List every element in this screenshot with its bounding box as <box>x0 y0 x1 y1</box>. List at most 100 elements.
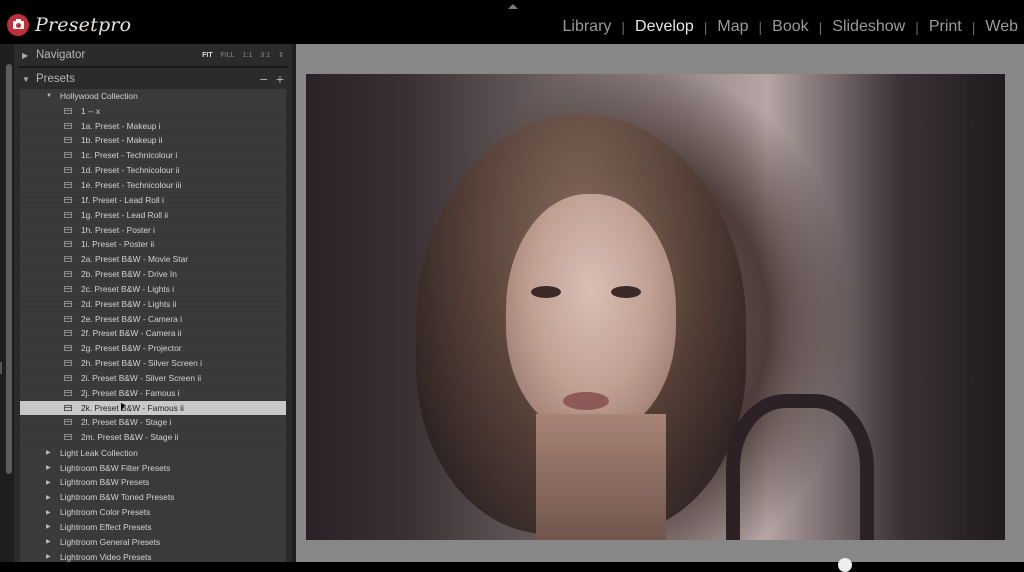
collection-item[interactable]: ▶Lightroom Effect Presets <box>20 519 286 534</box>
preset-icon <box>64 212 72 218</box>
preset-label: 2m. Preset B&W - Stage ii <box>81 432 178 442</box>
module-web[interactable]: Web <box>979 18 1024 36</box>
collapsed-triangle-icon: ▶ <box>46 449 60 456</box>
preset-item[interactable]: 2c. Preset B&W - Lights i <box>20 282 286 297</box>
preset-item[interactable]: 1g. Preset - Lead Roll ii <box>20 208 286 223</box>
preset-item[interactable]: 2a. Preset B&W - Movie Star <box>20 252 286 267</box>
top-bar: Presetpro Library|Develop|Map|Book|Slide… <box>0 0 1024 44</box>
collection-item[interactable]: ▶Lightroom B&W Presets <box>20 475 286 490</box>
preset-item[interactable]: 2e. Preset B&W - Camera i <box>20 312 286 327</box>
preset-icon <box>64 434 72 440</box>
collection-hollywood[interactable]: ▼ Hollywood Collection <box>20 89 286 104</box>
photo-eye-left <box>531 286 561 298</box>
preset-label: 1 -- x <box>81 106 100 116</box>
preset-label: 1g. Preset - Lead Roll ii <box>81 210 168 220</box>
preset-item[interactable]: 1b. Preset - Makeup ii <box>20 134 286 149</box>
preset-label: 2g. Preset B&W - Projector <box>81 343 182 353</box>
collection-item[interactable]: ▶Lightroom Video Presets <box>20 549 286 562</box>
preset-label: 1e. Preset - Technicolour iii <box>81 180 181 190</box>
add-preset-icon[interactable]: + <box>276 71 284 87</box>
photo-preview[interactable] <box>306 74 1005 540</box>
zoom-fit[interactable]: FIT <box>202 52 213 59</box>
preset-item[interactable]: 1a. Preset - Makeup i <box>20 119 286 134</box>
preset-icon <box>64 197 72 203</box>
preset-icon <box>64 360 72 366</box>
module-develop[interactable]: Develop <box>629 18 700 36</box>
preset-label: 1i. Preset - Poster ii <box>81 239 154 249</box>
module-library[interactable]: Library <box>557 18 618 36</box>
preset-label: 2c. Preset B&W - Lights i <box>81 284 174 294</box>
preset-item[interactable]: 1h. Preset - Poster i <box>20 223 286 238</box>
expanded-triangle-icon: ▼ <box>46 93 60 99</box>
collapse-top-panel-icon[interactable] <box>508 4 518 9</box>
collection-label: Lightroom Color Presets <box>60 507 150 517</box>
preset-item[interactable]: 2m. Preset B&W - Stage ii <box>20 430 286 445</box>
left-panel-scrollbar[interactable] <box>6 64 12 474</box>
collection-item[interactable]: ▶Lightroom General Presets <box>20 534 286 549</box>
preset-icon <box>64 241 72 247</box>
preset-icon <box>64 375 72 381</box>
collection-label: Lightroom B&W Presets <box>60 477 149 487</box>
collection-item[interactable]: ▶Lightroom Color Presets <box>20 505 286 520</box>
collection-item[interactable]: ▶Lightroom B&W Filter Presets <box>20 460 286 475</box>
preset-icon <box>64 330 72 336</box>
preset-item[interactable]: 1c. Preset - Technicolour i <box>20 148 286 163</box>
collapsed-triangle-icon: ▶ <box>46 494 60 501</box>
brand-name: Presetpro <box>35 14 131 36</box>
preset-label: 1a. Preset - Makeup i <box>81 121 161 131</box>
collapsed-triangle-icon: ▶ <box>22 51 32 60</box>
preset-label: 2a. Preset B&W - Movie Star <box>81 254 188 264</box>
collapsed-triangle-icon: ▶ <box>46 464 60 471</box>
zoom-fill[interactable]: FILL <box>221 52 235 59</box>
presets-actions: − + <box>260 71 284 87</box>
preset-item[interactable]: 2d. Preset B&W - Lights ii <box>20 297 286 312</box>
navigator-title: Navigator <box>36 49 85 61</box>
preset-item[interactable]: 1f. Preset - Lead Roll i <box>20 193 286 208</box>
photo-eye-right <box>611 286 641 298</box>
collection-item[interactable]: ▶Lightroom B&W Toned Presets <box>20 490 286 505</box>
preset-icon <box>64 137 72 143</box>
module-slideshow[interactable]: Slideshow <box>826 18 911 36</box>
preset-item[interactable]: 1e. Preset - Technicolour iii <box>20 178 286 193</box>
filmstrip-slider-knob[interactable] <box>838 558 852 572</box>
preset-item-selected[interactable]: 2k. Preset B&W - Famous ii <box>20 401 286 416</box>
preset-item[interactable]: 1 -- x <box>20 104 286 119</box>
preset-label: 1h. Preset - Poster i <box>81 225 155 235</box>
preset-icon <box>64 108 72 114</box>
preset-item[interactable]: 1d. Preset - Technicolour ii <box>20 163 286 178</box>
navigator-header[interactable]: ▶ Navigator FIT FILL 1:1 3:1 ⇕ <box>14 44 292 66</box>
preset-item[interactable]: 2g. Preset B&W - Projector <box>20 341 286 356</box>
preset-item[interactable]: 2f. Preset B&W - Camera ii <box>20 327 286 342</box>
preset-label: 2d. Preset B&W - Lights ii <box>81 299 176 309</box>
expanded-triangle-icon: ▼ <box>22 75 32 84</box>
left-panel-edge-handle[interactable] <box>0 362 2 374</box>
photo-lips <box>563 392 609 410</box>
preset-item[interactable]: 2b. Preset B&W - Drive In <box>20 267 286 282</box>
module-separator: | <box>755 19 767 35</box>
collection-item[interactable]: ▶Light Leak Collection <box>20 445 286 460</box>
module-map[interactable]: Map <box>711 18 754 36</box>
collection-label: Lightroom Effect Presets <box>60 522 152 532</box>
preset-item[interactable]: 2h. Preset B&W - Silver Screen i <box>20 356 286 371</box>
zoom-3-1[interactable]: 3:1 <box>260 52 270 59</box>
preset-label: 2b. Preset B&W - Drive In <box>81 269 177 279</box>
preset-item[interactable]: 2l. Preset B&W - Stage i <box>20 416 286 431</box>
preset-item[interactable]: 1i. Preset - Poster ii <box>20 237 286 252</box>
photo-workspace <box>292 44 1024 562</box>
preset-icon <box>64 286 72 292</box>
preset-label: 1b. Preset - Makeup ii <box>81 135 162 145</box>
remove-preset-icon[interactable]: − <box>260 71 268 87</box>
module-book[interactable]: Book <box>766 18 814 36</box>
preset-item[interactable]: 2j. Preset B&W - Famous i <box>20 386 286 401</box>
preset-icon <box>64 123 72 129</box>
module-print[interactable]: Print <box>923 18 968 36</box>
collection-label: Hollywood Collection <box>60 91 138 101</box>
zoom-stepper-icon[interactable]: ⇕ <box>278 51 284 59</box>
zoom-1-1[interactable]: 1:1 <box>243 52 253 59</box>
presets-header[interactable]: ▼ Presets − + <box>14 68 292 90</box>
panel-divider <box>292 44 296 562</box>
preset-icon <box>64 316 72 322</box>
preset-item[interactable]: 2i. Preset B&W - Silver Screen ii <box>20 371 286 386</box>
preset-icon <box>64 271 72 277</box>
preset-label: 2i. Preset B&W - Silver Screen ii <box>81 373 201 383</box>
